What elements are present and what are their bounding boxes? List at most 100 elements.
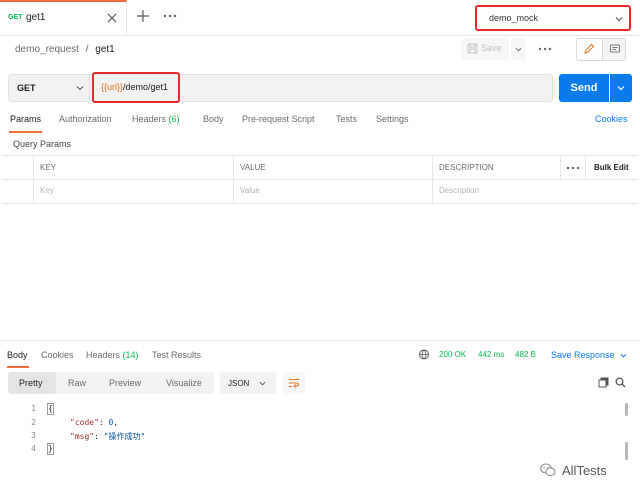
- table-col-divider: [233, 155, 234, 203]
- tab-params[interactable]: Params: [10, 114, 41, 124]
- http-method-value: GET: [17, 83, 36, 93]
- breadcrumb-collection[interactable]: demo_request: [15, 44, 79, 55]
- save-options-dropdown[interactable]: [511, 38, 526, 60]
- breadcrumb: demo_request / get1: [15, 44, 115, 55]
- chevron-down-icon: [515, 46, 522, 53]
- save-label: Save: [481, 43, 502, 53]
- send-options-dropdown[interactable]: [610, 74, 632, 102]
- tab-headers[interactable]: Headers (6): [132, 114, 180, 124]
- tab-method-badge: GET: [8, 14, 23, 21]
- table-border-bottom: [2, 203, 638, 204]
- url-input[interactable]: {{url}}/demo/get1: [101, 82, 168, 92]
- tab-headers-label: Headers: [132, 114, 167, 124]
- column-header-description: DESCRIPTION: [439, 163, 494, 172]
- response-tab-cookies[interactable]: Cookies: [41, 350, 74, 360]
- tab-settings[interactable]: Settings: [376, 114, 409, 124]
- key-input[interactable]: Key: [40, 186, 54, 195]
- url-variable: {{url}}: [101, 82, 124, 92]
- chevron-down-icon: [259, 380, 266, 387]
- tab-headers-count: (6): [168, 114, 180, 124]
- active-tab-underline: [9, 131, 42, 133]
- format-raw[interactable]: Raw: [68, 378, 86, 388]
- save-button[interactable]: Save: [461, 38, 509, 60]
- table-border-mid: [2, 179, 638, 180]
- save-icon: [467, 43, 478, 54]
- json-key: "msg": [70, 432, 95, 441]
- save-response-button[interactable]: Save Response: [551, 350, 615, 360]
- code-line: "msg": "操作成功": [70, 432, 146, 441]
- code-line: {: [48, 404, 53, 413]
- tab-request-name: get1: [26, 12, 46, 23]
- copy-icon[interactable]: [598, 377, 609, 388]
- active-tab-underline: [7, 366, 29, 368]
- line-number: 2: [31, 418, 36, 427]
- response-tab-body[interactable]: Body: [7, 350, 28, 360]
- table-options-dots-icon[interactable]: [566, 165, 580, 171]
- line-number: 4: [31, 444, 36, 453]
- bulk-edit-button[interactable]: Bulk Edit: [594, 163, 629, 172]
- json-value: 0: [108, 418, 114, 427]
- request-tab-get1[interactable]: GET get1: [0, 0, 127, 36]
- http-method-select[interactable]: GET: [8, 74, 90, 102]
- column-header-key: KEY: [40, 163, 57, 172]
- more-actions-icon[interactable]: [538, 45, 552, 53]
- query-params-title: Query Params: [13, 139, 72, 149]
- pane-divider[interactable]: [0, 340, 640, 341]
- breadcrumb-request[interactable]: get1: [95, 44, 114, 55]
- response-tab-headers-count: (14): [122, 350, 139, 360]
- more-tabs-dots-icon[interactable]: [163, 11, 177, 21]
- breadcrumb-separator: /: [85, 44, 89, 55]
- cookies-link[interactable]: Cookies: [595, 114, 628, 124]
- tab-body[interactable]: Body: [203, 114, 224, 124]
- tab-authorization[interactable]: Authorization: [59, 114, 112, 124]
- tab-tests[interactable]: Tests: [336, 114, 357, 124]
- view-mode-toggle: [576, 38, 626, 61]
- body-language-value: JSON: [228, 379, 250, 388]
- response-tab-test-results[interactable]: Test Results: [152, 350, 201, 360]
- code-line: "code": 0,: [70, 418, 119, 427]
- watermark-text: AllTests: [562, 463, 607, 478]
- json-key: "code": [70, 418, 99, 427]
- send-button[interactable]: Send: [559, 74, 609, 102]
- edit-pencil-icon[interactable]: [577, 39, 602, 60]
- table-col-divider: [432, 155, 433, 203]
- scrollbar-thumb[interactable]: [625, 403, 628, 416]
- line-number: 3: [31, 431, 36, 440]
- wrap-lines-icon: [289, 379, 299, 388]
- chevron-down-icon[interactable]: [620, 352, 627, 359]
- table-col-divider: [33, 155, 34, 203]
- search-icon[interactable]: [615, 377, 626, 388]
- response-size[interactable]: 482 B: [515, 350, 536, 359]
- wrap-lines-button[interactable]: [283, 372, 305, 394]
- new-tab-plus-icon[interactable]: [136, 9, 150, 23]
- scrollbar-thumb[interactable]: [625, 442, 628, 460]
- chevron-down-icon: [615, 15, 623, 23]
- response-tab-headers[interactable]: Headers (14): [86, 350, 139, 360]
- table-col-divider: [585, 155, 586, 179]
- response-status[interactable]: 200 OK: [439, 350, 466, 359]
- comments-icon[interactable]: [602, 39, 625, 60]
- environment-selector[interactable]: demo_mock: [475, 5, 631, 31]
- globe-icon[interactable]: [418, 349, 430, 360]
- table-col-divider: [560, 155, 561, 179]
- wechat-logo-icon: [540, 463, 556, 477]
- table-border-top: [2, 155, 638, 156]
- url-path: /demo/get1: [123, 82, 169, 92]
- environment-selected: demo_mock: [489, 13, 539, 23]
- format-preview[interactable]: Preview: [109, 378, 141, 388]
- value-input[interactable]: Value: [240, 186, 260, 195]
- line-number: 1: [31, 404, 36, 413]
- code-line: }: [48, 444, 53, 453]
- chevron-down-icon: [76, 84, 84, 92]
- response-time[interactable]: 442 ms: [478, 350, 504, 359]
- format-pretty[interactable]: Pretty: [19, 378, 43, 388]
- column-header-value: VALUE: [240, 163, 266, 172]
- body-language-select[interactable]: JSON: [220, 372, 276, 394]
- format-visualize[interactable]: Visualize: [166, 378, 202, 388]
- close-icon[interactable]: [106, 12, 118, 24]
- response-tab-headers-label: Headers: [86, 350, 121, 360]
- description-input[interactable]: Description: [439, 186, 479, 195]
- json-value: "操作成功": [103, 432, 146, 441]
- chevron-down-icon: [617, 84, 625, 92]
- tab-pre-request-script[interactable]: Pre-request Script: [242, 114, 315, 124]
